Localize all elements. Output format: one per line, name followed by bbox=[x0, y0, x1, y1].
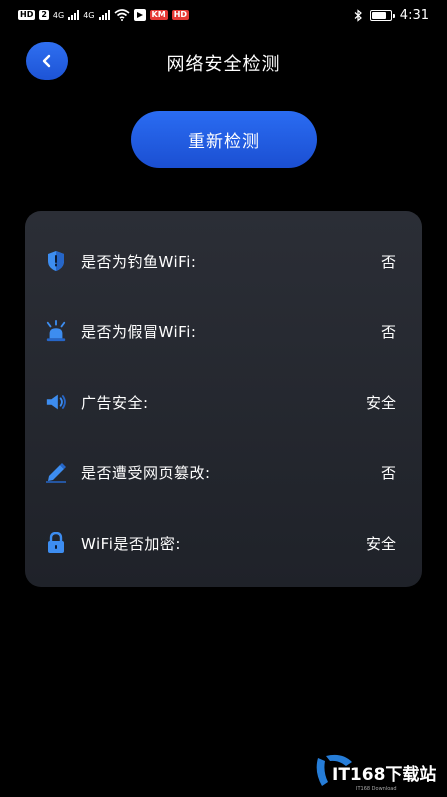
status-right: 4:31 bbox=[354, 8, 429, 23]
bluetooth-icon bbox=[354, 8, 362, 22]
speaker-icon bbox=[45, 391, 67, 413]
network-label-1: 4G bbox=[52, 10, 65, 20]
status-bar: HD 2 4G 4G KM HD 4:31 bbox=[0, 0, 447, 30]
row-label: 是否遭受网页篡改: bbox=[81, 463, 211, 482]
network-label-2: 4G bbox=[83, 10, 95, 20]
result-row-phishing: 是否为钓鱼WiFi: 否 bbox=[25, 241, 422, 281]
sim-badge: 2 bbox=[39, 10, 49, 20]
row-value: 否 bbox=[380, 322, 396, 341]
result-row-encryption: WiFi是否加密: 安全 bbox=[25, 523, 422, 563]
row-value: 安全 bbox=[365, 393, 396, 412]
watermark-logo: IT168下载站 IT168 Download bbox=[312, 752, 442, 794]
hd-badge: HD bbox=[18, 10, 36, 20]
battery-icon bbox=[369, 9, 395, 21]
row-label: WiFi是否加密: bbox=[81, 534, 181, 553]
app-notification-icon bbox=[133, 9, 146, 21]
status-time: 4:31 bbox=[399, 7, 429, 23]
shield-icon bbox=[45, 250, 67, 272]
wifi-icon bbox=[113, 9, 130, 21]
row-value: 否 bbox=[380, 252, 396, 271]
pencil-icon bbox=[45, 461, 67, 483]
signal-icon-2 bbox=[98, 10, 110, 20]
app-badge-2: HD bbox=[171, 10, 190, 20]
lock-icon bbox=[45, 532, 67, 554]
status-left: HD 2 4G 4G KM HD bbox=[18, 9, 190, 21]
app-badge-1: KM bbox=[149, 10, 168, 20]
signal-icon bbox=[68, 10, 80, 20]
redetect-button[interactable]: 重新检测 bbox=[131, 111, 317, 168]
row-label: 是否为假冒WiFi: bbox=[81, 322, 197, 341]
row-value: 安全 bbox=[365, 534, 396, 553]
row-label: 是否为钓鱼WiFi: bbox=[81, 252, 197, 271]
watermark-sub: IT168 Download bbox=[356, 786, 397, 792]
result-row-ad-safety: 广告安全: 安全 bbox=[25, 382, 422, 422]
alarm-icon bbox=[45, 320, 67, 342]
result-row-fake-wifi: 是否为假冒WiFi: 否 bbox=[25, 311, 422, 351]
row-value: 否 bbox=[380, 463, 396, 482]
result-card: 是否为钓鱼WiFi: 否 是否为假冒WiFi: 否 广告安全: 安全 是否遭受网… bbox=[25, 211, 422, 587]
page-title: 网络安全检测 bbox=[166, 54, 281, 75]
watermark-brand: IT168下载站 bbox=[332, 764, 436, 785]
result-row-tamper: 是否遭受网页篡改: 否 bbox=[25, 452, 422, 492]
row-label: 广告安全: bbox=[81, 393, 149, 412]
